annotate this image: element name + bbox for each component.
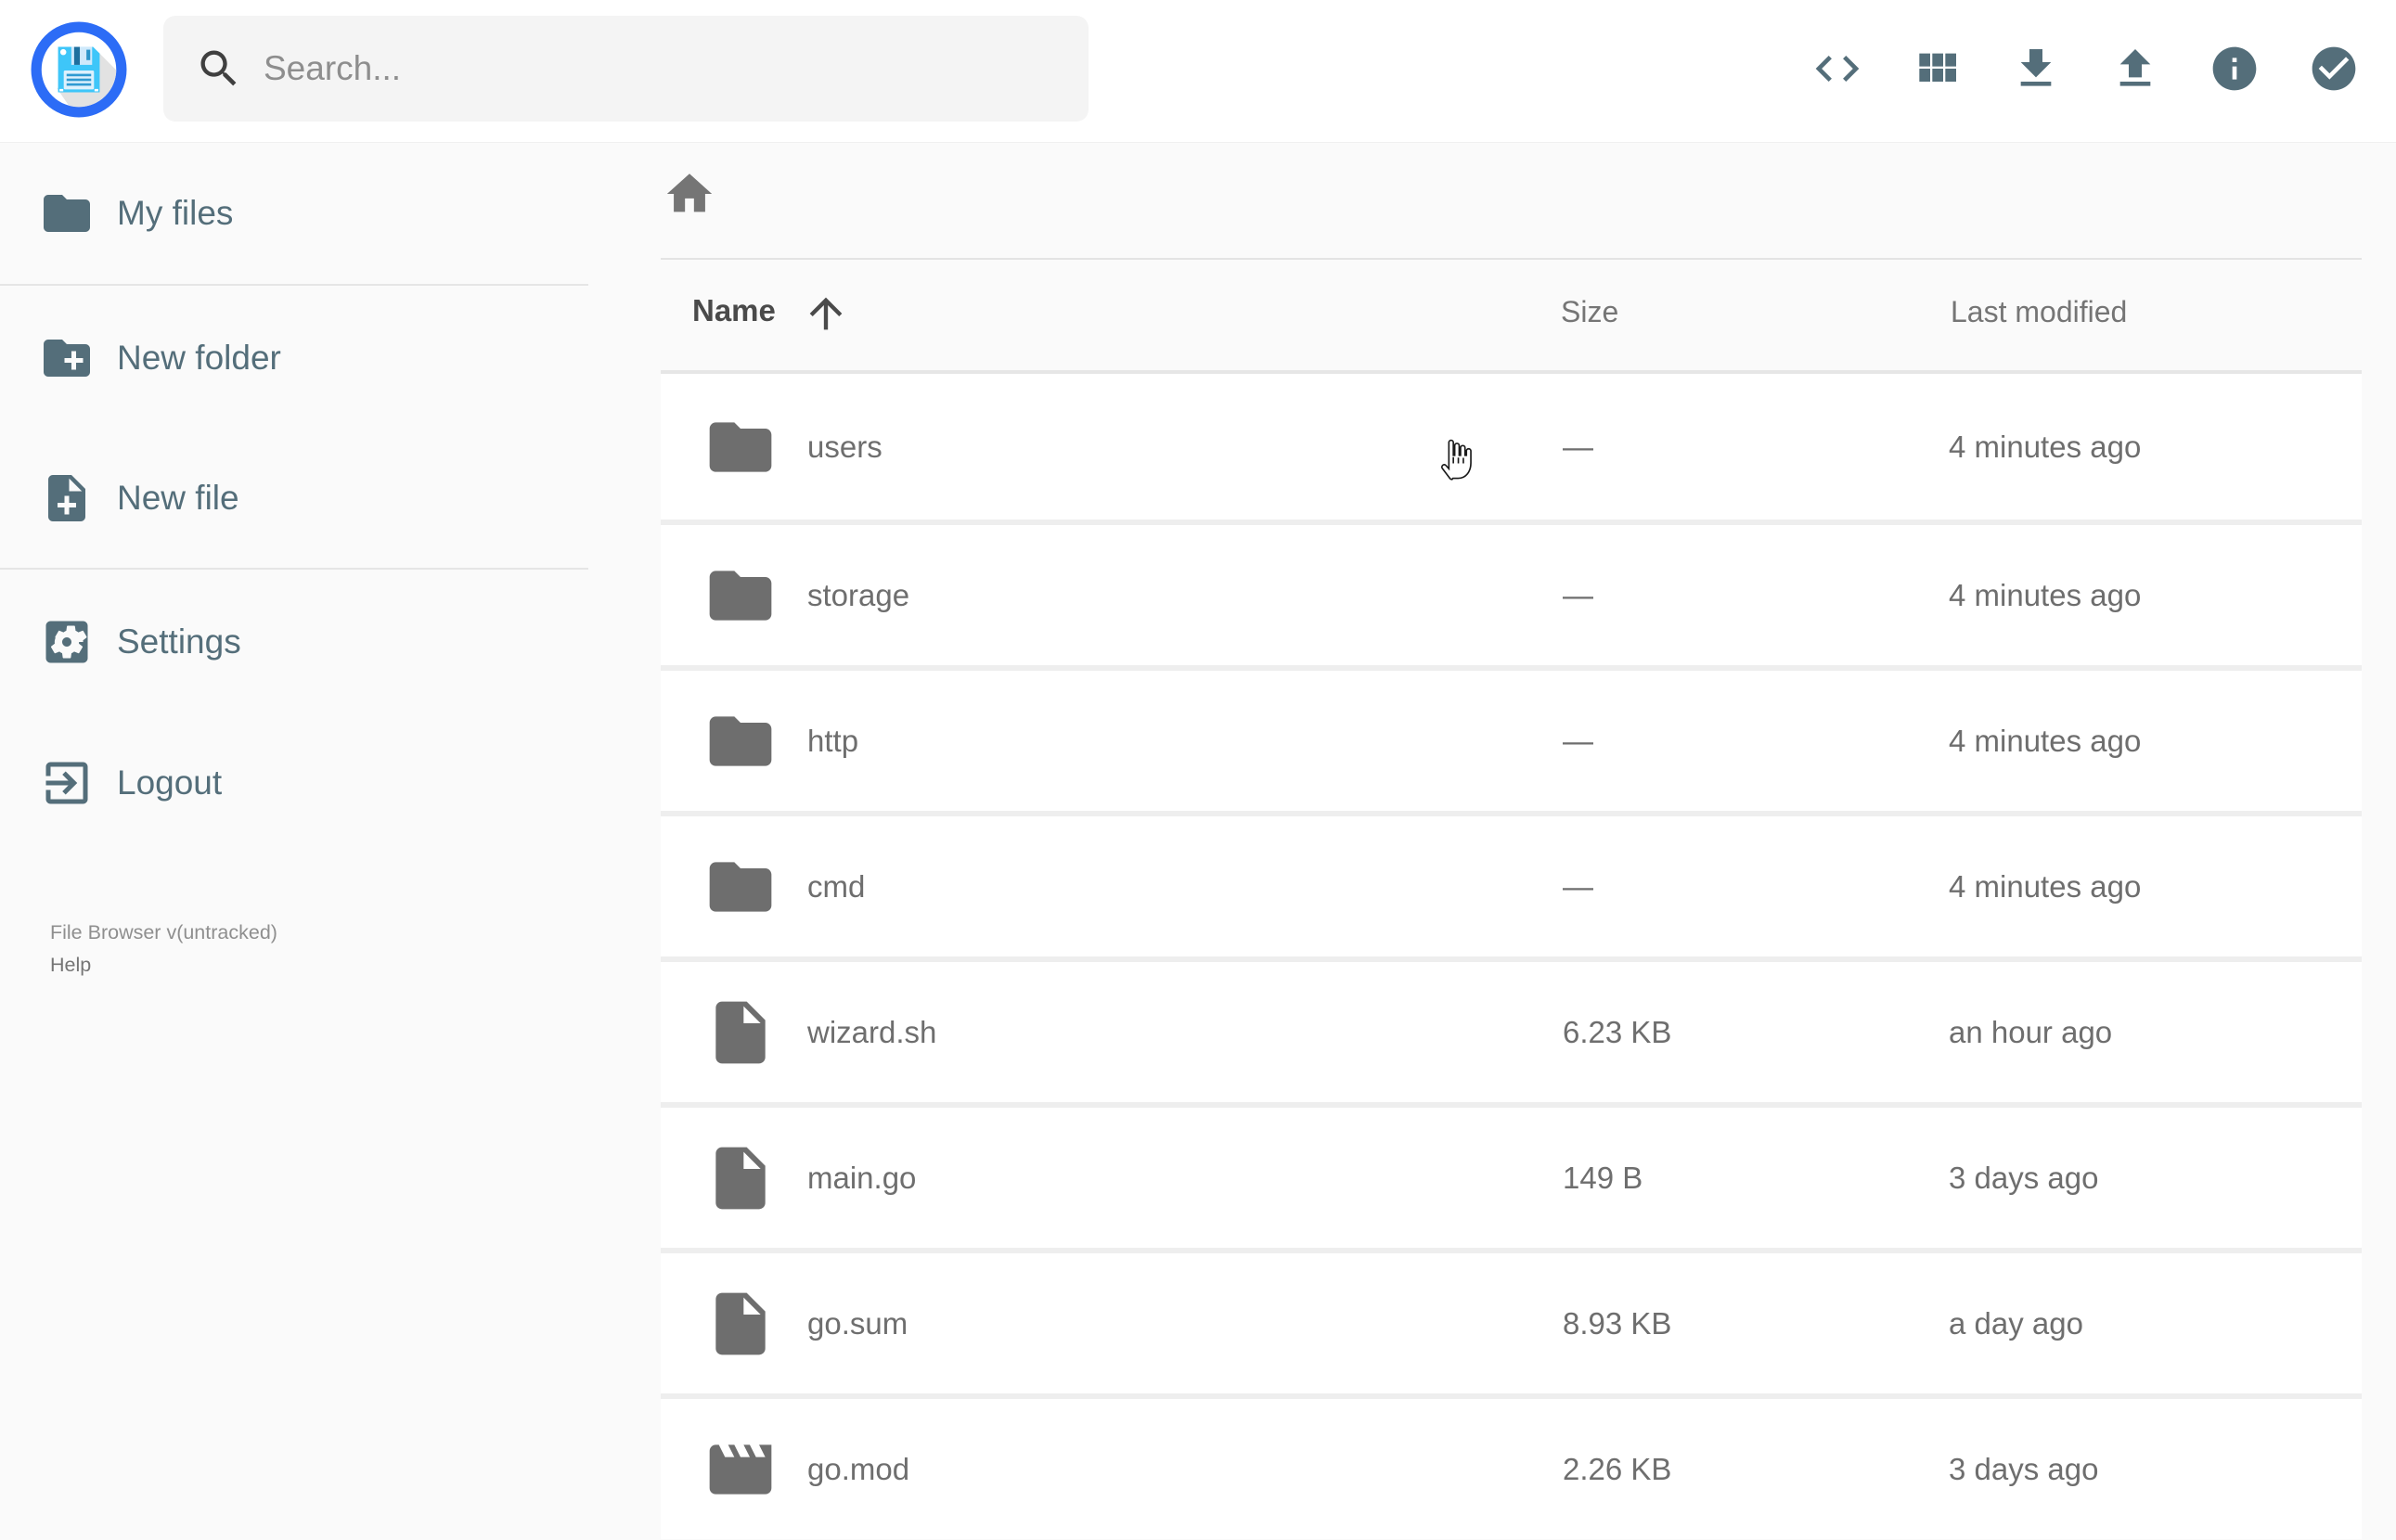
file-row[interactable]: wizard.sh 6.23 KB an hour ago xyxy=(661,956,2362,1102)
file-name: go.mod xyxy=(807,1451,910,1486)
filebrowser-logo-icon xyxy=(31,21,127,118)
file-row[interactable]: http — 4 minutes ago xyxy=(661,665,2362,811)
sidebar-footer: File Browser v(untracked) Help xyxy=(50,917,277,982)
shell-toggle-button[interactable] xyxy=(1811,43,1863,95)
app-version-text: File Browser v(untracked) xyxy=(50,921,277,943)
sidebar-item-label: Logout xyxy=(117,764,223,802)
sidebar-item-new-file[interactable]: New file xyxy=(0,456,588,540)
note-add-icon xyxy=(39,470,95,526)
file-row[interactable]: go.mod 2.26 KB 3 days ago xyxy=(661,1393,2362,1539)
file-row[interactable]: users — 4 minutes ago xyxy=(661,374,2362,520)
file-row[interactable]: main.go 149 B 3 days ago xyxy=(661,1102,2362,1248)
sort-ascending-icon[interactable] xyxy=(802,289,850,338)
file-name: main.go xyxy=(807,1160,917,1195)
sidebar-item-label: New file xyxy=(117,479,239,517)
file-size: 6.23 KB xyxy=(1563,1014,1672,1049)
column-header-name[interactable]: Name xyxy=(692,293,776,328)
info-icon xyxy=(2209,43,2261,95)
column-header-modified[interactable]: Last modified xyxy=(1951,295,2127,329)
download-icon xyxy=(2010,43,2062,95)
file-size: 2.26 KB xyxy=(1563,1451,1672,1486)
file-name: wizard.sh xyxy=(807,1014,937,1049)
file-row[interactable]: go.sum 8.93 KB a day ago xyxy=(661,1248,2362,1393)
download-button[interactable] xyxy=(2010,43,2062,95)
file-icon xyxy=(703,995,778,1070)
sidebar-item-label: New folder xyxy=(117,339,281,377)
upload-icon xyxy=(2109,43,2161,95)
file-name: go.sum xyxy=(807,1305,908,1341)
app-logo[interactable] xyxy=(30,20,128,119)
file-size: — xyxy=(1563,723,1593,758)
folder-icon xyxy=(703,850,778,924)
file-name: cmd xyxy=(807,868,866,904)
search-input[interactable] xyxy=(264,49,1024,88)
column-header-size[interactable]: Size xyxy=(1561,295,1618,329)
view-module-icon xyxy=(1911,43,1963,95)
file-size: 149 B xyxy=(1563,1160,1643,1195)
file-info-button[interactable] xyxy=(2209,43,2261,95)
exit-icon xyxy=(39,755,95,811)
sidebar-item-label: My files xyxy=(117,194,234,232)
file-name: storage xyxy=(807,577,910,612)
file-name: users xyxy=(807,429,882,464)
file-row[interactable]: cmd — 4 minutes ago xyxy=(661,811,2362,956)
file-size: — xyxy=(1563,868,1593,904)
breadcrumb-home-button[interactable] xyxy=(663,167,716,221)
file-size: 8.93 KB xyxy=(1563,1305,1672,1341)
settings-icon xyxy=(39,614,95,670)
file-name: http xyxy=(807,723,859,758)
file-modified: 3 days ago xyxy=(1949,1451,2099,1486)
file-modified: 4 minutes ago xyxy=(1949,723,2142,758)
file-icon xyxy=(703,1287,778,1361)
folder-icon xyxy=(703,410,778,484)
create-new-folder-icon xyxy=(39,330,95,386)
sidebar-item-settings[interactable]: Settings xyxy=(0,600,588,684)
file-row[interactable]: storage — 4 minutes ago xyxy=(661,520,2362,665)
file-modified: 3 days ago xyxy=(1949,1160,2099,1195)
file-modified: a day ago xyxy=(1949,1305,2083,1341)
file-modified: 4 minutes ago xyxy=(1949,868,2142,904)
movie-icon xyxy=(703,1432,778,1507)
file-modified: 4 minutes ago xyxy=(1949,429,2142,464)
file-icon xyxy=(703,1141,778,1215)
search-icon xyxy=(195,45,243,93)
code-icon xyxy=(1811,43,1863,95)
sidebar-item-my-files[interactable]: My files xyxy=(0,172,588,255)
sidebar-item-logout[interactable]: Logout xyxy=(0,741,588,825)
switch-view-button[interactable] xyxy=(1911,43,1963,95)
folder-icon xyxy=(703,704,778,778)
file-modified: an hour ago xyxy=(1949,1014,2113,1049)
file-modified: 4 minutes ago xyxy=(1949,577,2142,612)
folder-icon xyxy=(703,558,778,633)
file-list: users — 4 minutes ago storage — 4 minutes ago… xyxy=(661,370,2362,1539)
sidebar-item-new-folder[interactable]: New folder xyxy=(0,316,588,400)
home-icon xyxy=(663,167,716,221)
file-size: — xyxy=(1563,429,1593,464)
breadcrumb-divider xyxy=(661,258,2362,260)
file-size: — xyxy=(1563,577,1593,612)
sidebar-divider xyxy=(0,568,588,570)
select-multiple-button[interactable] xyxy=(2308,43,2360,95)
upload-button[interactable] xyxy=(2109,43,2161,95)
check-circle-icon xyxy=(2308,43,2360,95)
header-actions xyxy=(1811,43,2360,95)
sidebar-divider xyxy=(0,284,588,286)
search-bar[interactable] xyxy=(163,16,1089,122)
top-bar xyxy=(0,0,2396,143)
sidebar: File Browser v(untracked) Help My files N… xyxy=(0,143,588,1540)
folder-icon xyxy=(39,186,95,241)
help-link[interactable]: Help xyxy=(50,949,91,982)
sidebar-item-label: Settings xyxy=(117,622,241,661)
